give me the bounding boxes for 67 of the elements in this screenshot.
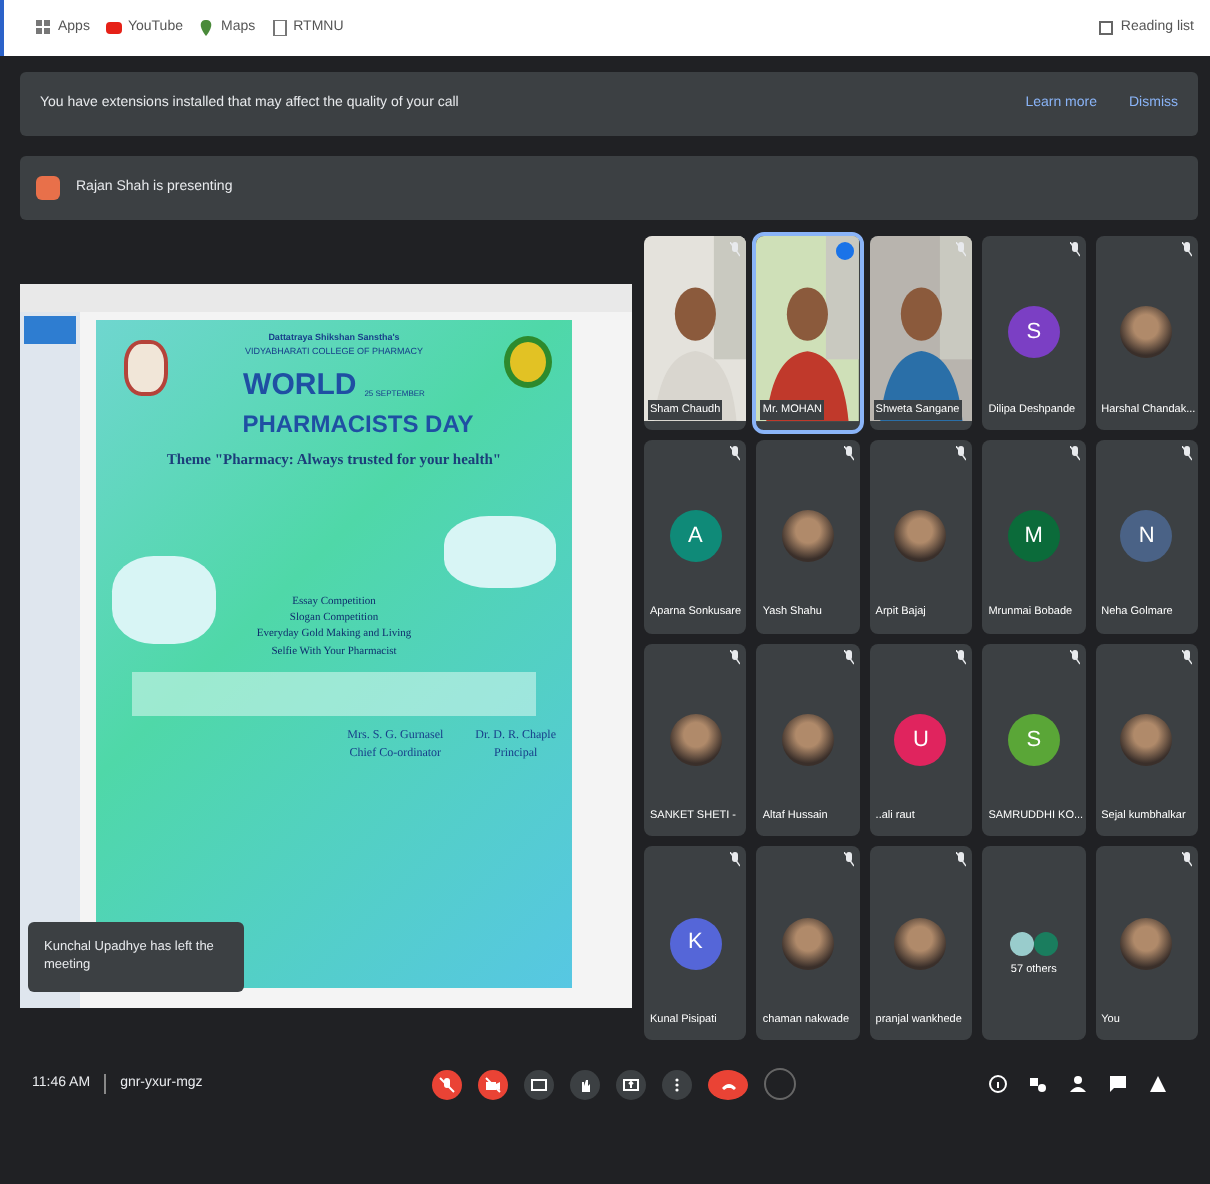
camera-off-icon xyxy=(484,1075,502,1093)
avatar xyxy=(1120,917,1173,970)
mic-off-icon xyxy=(438,1075,456,1093)
hand-icon xyxy=(576,1075,594,1093)
mic-off-icon xyxy=(843,445,854,462)
mic-off-icon xyxy=(730,445,741,462)
presenter-icon xyxy=(36,176,60,200)
page-icon xyxy=(271,20,288,36)
avatar xyxy=(782,917,835,970)
info-icon xyxy=(988,1074,1008,1094)
toolbar-button[interactable] xyxy=(1066,1070,1090,1098)
control-button[interactable] xyxy=(616,1069,646,1099)
mic-off-icon xyxy=(843,852,854,869)
control-button[interactable] xyxy=(524,1069,554,1099)
mic-off-icon xyxy=(843,649,854,665)
avatar xyxy=(669,713,722,766)
avatar xyxy=(1120,713,1173,766)
control-button[interactable] xyxy=(432,1069,462,1099)
present-icon xyxy=(622,1075,640,1093)
end-call-button[interactable] xyxy=(708,1069,748,1099)
avatar: M xyxy=(1007,510,1060,563)
avatar xyxy=(894,917,947,970)
apps-grid-icon xyxy=(36,20,52,36)
mic-off-icon xyxy=(956,242,967,258)
slide-title: WORLD xyxy=(243,369,357,399)
cloud-drawing xyxy=(112,556,216,644)
spinner-icon xyxy=(764,1068,796,1100)
mic-off-icon xyxy=(1182,445,1192,462)
shapes-icon xyxy=(1148,1074,1168,1094)
mic-off-icon xyxy=(1069,242,1080,258)
map-pin-icon xyxy=(198,20,215,36)
avatar-group-icon xyxy=(1009,931,1058,956)
shapes-icon xyxy=(1028,1074,1048,1094)
emblem-logo xyxy=(504,336,552,388)
control-button[interactable] xyxy=(570,1069,600,1099)
chat-icon xyxy=(1108,1074,1128,1094)
avatar: S xyxy=(1007,306,1060,359)
mic-off-icon xyxy=(1182,649,1192,665)
avatar xyxy=(782,713,835,766)
avatar xyxy=(782,510,835,563)
play-icon xyxy=(105,20,122,36)
slide-title: PHARMACISTS DAY xyxy=(242,411,474,435)
control-button[interactable] xyxy=(478,1069,508,1099)
mic-off-icon xyxy=(1069,649,1080,665)
toolbar-button[interactable] xyxy=(1106,1070,1130,1098)
mic-off-icon xyxy=(730,852,741,869)
avatar: N xyxy=(1120,510,1173,563)
mic-off-icon xyxy=(956,445,967,462)
avatar: K xyxy=(669,917,722,970)
mic-off-icon xyxy=(956,852,967,869)
mic-off-icon xyxy=(1182,852,1192,869)
college-logo xyxy=(124,340,168,396)
people-icon xyxy=(1068,1074,1088,1094)
mic-off-icon xyxy=(956,649,967,665)
mic-off-icon xyxy=(730,649,741,665)
avatar xyxy=(1120,306,1173,359)
avatar xyxy=(894,510,947,563)
mic-off-icon xyxy=(1069,445,1080,462)
toolbar-button[interactable] xyxy=(986,1070,1010,1098)
mic-off-icon xyxy=(730,242,741,258)
mic-off-icon xyxy=(1182,242,1192,258)
avatar: U xyxy=(894,713,947,766)
reading-list-icon xyxy=(1098,20,1115,36)
avatar: A xyxy=(669,510,722,563)
cloud-drawing xyxy=(444,516,556,588)
avatar: S xyxy=(1007,713,1060,766)
captions-icon xyxy=(530,1075,548,1093)
